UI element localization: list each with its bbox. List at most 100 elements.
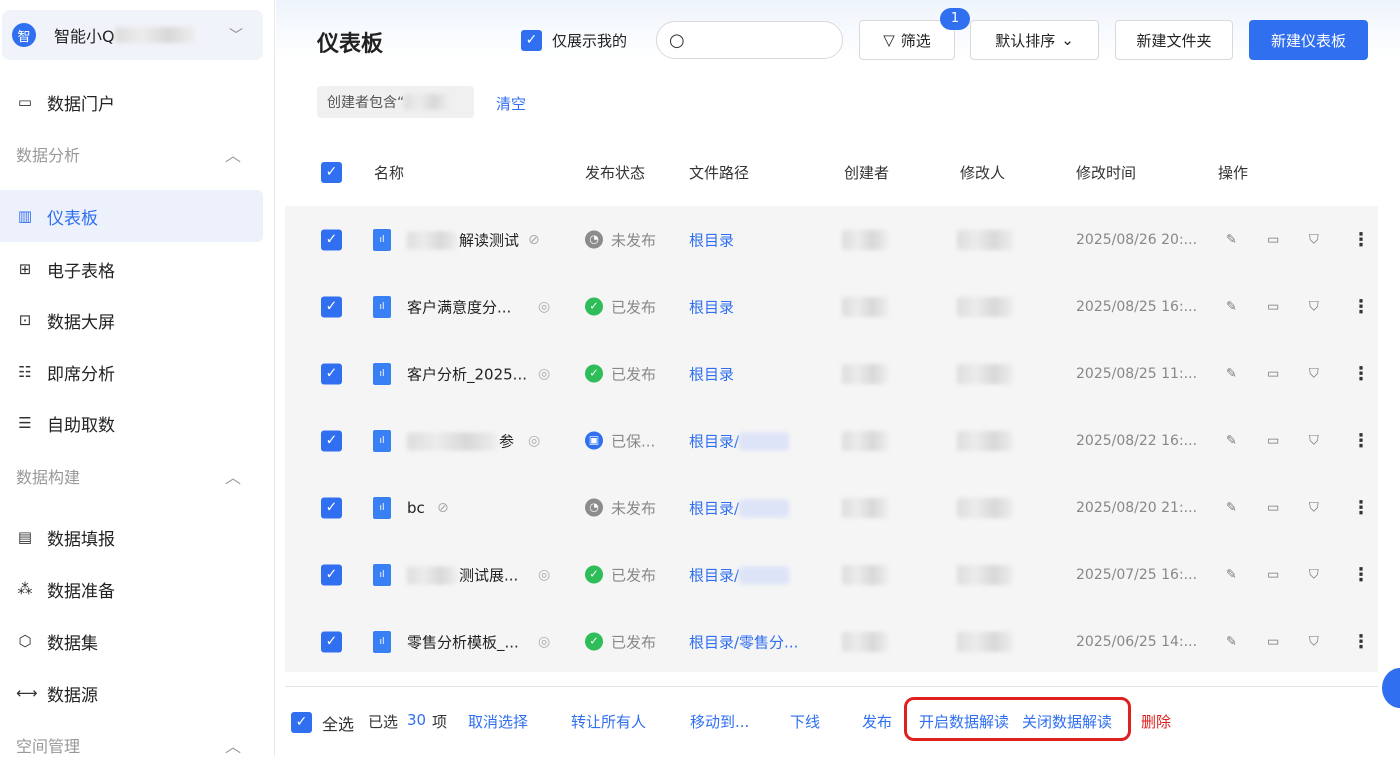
floating-assistant-button[interactable]	[1382, 668, 1400, 708]
select-all-checkbox[interactable]: ✓	[321, 162, 342, 183]
move-to-button[interactable]: 移动到...	[690, 711, 749, 732]
more-icon[interactable]: ⋮	[1352, 497, 1370, 518]
row-name[interactable]: 解读测试	[407, 229, 519, 250]
row-name[interactable]: 测试展...	[407, 564, 518, 585]
row-name[interactable]: 零售分析模板_...	[407, 631, 519, 652]
edit-icon[interactable]: ✎	[1226, 299, 1237, 314]
sidebar-item-10[interactable]: ⬡ 数据集	[0, 615, 263, 667]
transfer-owner-button[interactable]: 转让所有人	[571, 711, 646, 732]
sidebar-item-4[interactable]: ⊡ 数据大屏	[0, 294, 263, 346]
present-icon[interactable]: ▭	[1267, 500, 1279, 515]
table-row[interactable]: ✓ ıl 解读测试 ⊘ ◔ 未发布 根目录 2025/08/26 20:... ✎…	[285, 206, 1378, 273]
path-link[interactable]: 根目录/	[689, 564, 790, 585]
table-row[interactable]: ✓ ıl 参 ◎ ▣ 已保... 根目录/ 2025/08/22 16:... ✎…	[285, 407, 1378, 474]
delete-button[interactable]: 删除	[1141, 711, 1171, 732]
edit-icon[interactable]: ✎	[1226, 232, 1237, 247]
sidebar-item-9[interactable]: ⁂ 数据准备	[0, 563, 263, 615]
edit-icon[interactable]: ✎	[1226, 433, 1237, 448]
eye-icon[interactable]: ◎	[538, 299, 550, 315]
col-status: 发布状态	[585, 164, 646, 182]
path-link[interactable]: 根目录	[689, 229, 734, 250]
path-link[interactable]: 根目录	[689, 363, 734, 384]
sidebar-item-6[interactable]: ☰ 自助取数	[0, 397, 263, 449]
shield-icon[interactable]: ⛉	[1309, 232, 1319, 247]
only-mine-checkbox[interactable]: ✓ 仅展示我的	[521, 30, 627, 51]
edit-icon[interactable]: ✎	[1226, 634, 1237, 649]
table-row[interactable]: ✓ ıl 零售分析模板_... ◎ ✓ 已发布 根目录/零售分... 2025/0…	[285, 608, 1378, 675]
sidebar-item-2[interactable]: ▥ 仪表板	[0, 190, 263, 242]
more-icon[interactable]: ⋮	[1352, 296, 1370, 317]
present-icon[interactable]: ▭	[1267, 634, 1279, 649]
sidebar-item-8[interactable]: ▤ 数据填报	[0, 511, 263, 563]
more-icon[interactable]: ⋮	[1352, 229, 1370, 250]
table-row[interactable]: ✓ ıl 客户分析_2025... ◎ ✓ 已发布 根目录 2025/08/25 …	[285, 340, 1378, 407]
sidebar-item-11[interactable]: ⟷ 数据源	[0, 667, 263, 719]
sidebar-item-12[interactable]: 空间管理 ︿	[0, 719, 263, 771]
enable-interpret-button[interactable]: 开启数据解读	[919, 711, 1009, 732]
row-checkbox[interactable]: ✓	[321, 631, 342, 652]
table-row[interactable]: ✓ ıl bc ⊘ ◔ 未发布 根目录/ 2025/08/20 21:... ✎ …	[285, 474, 1378, 541]
edit-icon[interactable]: ✎	[1226, 500, 1237, 515]
path-link[interactable]: 根目录/	[689, 497, 790, 518]
present-icon[interactable]: ▭	[1267, 433, 1279, 448]
row-checkbox[interactable]: ✓	[321, 229, 342, 250]
sidebar-item-1[interactable]: 数据分析 ︿	[0, 128, 263, 180]
row-name[interactable]: bc	[407, 499, 425, 517]
row-checkbox[interactable]: ✓	[321, 497, 342, 518]
path-link[interactable]: 根目录/零售分...	[689, 631, 798, 652]
modified-time: 2025/06/25 14:...	[1076, 633, 1198, 650]
footer-select-all-checkbox[interactable]: ✓	[291, 712, 312, 733]
more-icon[interactable]: ⋮	[1352, 564, 1370, 585]
eye-icon[interactable]: ◎	[538, 366, 550, 382]
offline-button[interactable]: 下线	[790, 711, 820, 732]
sidebar-item-0[interactable]: ▭ 数据门户	[0, 76, 263, 128]
eye-icon[interactable]: ◎	[538, 634, 550, 650]
publish-button[interactable]: 发布	[862, 711, 892, 732]
sidebar-item-label: 数据填报	[47, 529, 115, 550]
sort-dropdown[interactable]: 默认排序 ⌄	[970, 20, 1099, 60]
more-icon[interactable]: ⋮	[1352, 430, 1370, 451]
shield-icon[interactable]: ⛉	[1309, 567, 1319, 582]
table-row[interactable]: ✓ ıl 客户满意度分... ◎ ✓ 已发布 根目录 2025/08/25 16:…	[285, 273, 1378, 340]
row-checkbox[interactable]: ✓	[321, 363, 342, 384]
eye-off-icon[interactable]: ⊘	[437, 500, 449, 516]
present-icon[interactable]: ▭	[1267, 299, 1279, 314]
row-name[interactable]: 客户分析_2025...	[407, 363, 527, 384]
eye-icon[interactable]: ◎	[538, 567, 550, 583]
clear-filter-link[interactable]: 清空	[496, 93, 526, 114]
row-checkbox[interactable]: ✓	[321, 296, 342, 317]
row-name-text: 零售分析模板_...	[407, 633, 519, 651]
more-icon[interactable]: ⋮	[1352, 363, 1370, 384]
disable-interpret-button[interactable]: 关闭数据解读	[1022, 711, 1112, 732]
shield-icon[interactable]: ⛉	[1309, 366, 1319, 381]
path-link[interactable]: 根目录	[689, 296, 734, 317]
filter-chip[interactable]: 创建者包含“	[317, 86, 474, 118]
shield-icon[interactable]: ⛉	[1309, 500, 1319, 515]
search-input[interactable]: ○	[656, 21, 843, 59]
present-icon[interactable]: ▭	[1267, 366, 1279, 381]
sidebar-item-5[interactable]: ☷ 即席分析	[0, 346, 263, 398]
new-dashboard-button[interactable]: 新建仪表板	[1249, 20, 1368, 60]
edit-icon[interactable]: ✎	[1226, 567, 1237, 582]
row-name[interactable]: 参	[407, 430, 514, 451]
eye-off-icon[interactable]: ⊘	[528, 232, 540, 248]
present-icon[interactable]: ▭	[1267, 567, 1279, 582]
row-checkbox[interactable]: ✓	[321, 430, 342, 451]
filter-button[interactable]: ▽ 筛选	[859, 20, 955, 60]
sidebar-item-3[interactable]: ⊞ 电子表格	[0, 243, 263, 295]
present-icon[interactable]: ▭	[1267, 232, 1279, 247]
shield-icon[interactable]: ⛉	[1309, 634, 1319, 649]
sidebar-item-7[interactable]: 数据构建 ︿	[0, 450, 263, 502]
eye-icon[interactable]: ◎	[528, 433, 540, 449]
more-icon[interactable]: ⋮	[1352, 631, 1370, 652]
row-name[interactable]: 客户满意度分...	[407, 296, 511, 317]
new-folder-button[interactable]: 新建文件夹	[1115, 20, 1233, 60]
cancel-selection-button[interactable]: 取消选择	[468, 711, 528, 732]
edit-icon[interactable]: ✎	[1226, 366, 1237, 381]
table-row[interactable]: ✓ ıl 测试展... ◎ ✓ 已发布 根目录/ 2025/07/25 16:..…	[285, 541, 1378, 608]
shield-icon[interactable]: ⛉	[1309, 433, 1319, 448]
shield-icon[interactable]: ⛉	[1309, 299, 1319, 314]
workspace-switcher[interactable]: 智 智能小Q ﹀	[2, 10, 263, 60]
row-checkbox[interactable]: ✓	[321, 564, 342, 585]
path-link[interactable]: 根目录/	[689, 430, 790, 451]
